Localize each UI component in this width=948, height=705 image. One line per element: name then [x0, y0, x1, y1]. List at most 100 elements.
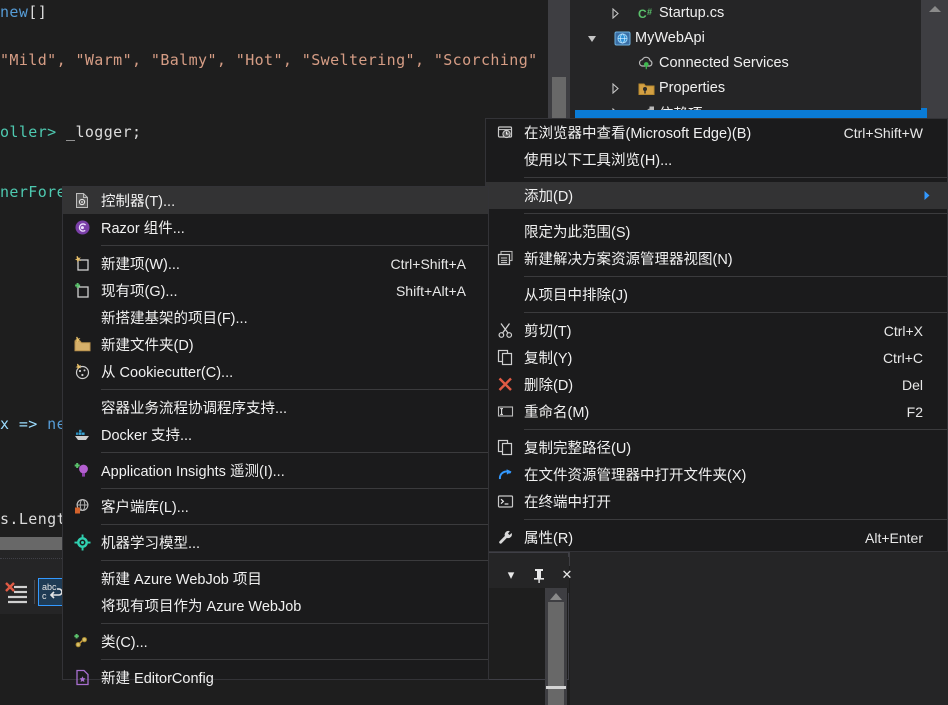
menu-item[interactable]: 新建文件夹(D) — [63, 331, 488, 358]
menu-item[interactable]: 控制器(T)... — [63, 187, 488, 214]
scroll-up-arrow-icon[interactable] — [550, 593, 562, 600]
new-item-icon — [63, 255, 101, 272]
menu-item-shortcut: Ctrl+X — [883, 322, 923, 339]
menu-item[interactable]: 类(C)... — [63, 628, 488, 655]
new-solution-explorer-view-icon — [486, 250, 524, 267]
solution-explorer-scrollbar-marker — [921, 108, 927, 118]
code-line: nerFore — [0, 183, 66, 201]
menu-item[interactable]: 剪切(T) Ctrl+X — [486, 317, 947, 344]
menu-item[interactable]: 新建解决方案资源管理器视图(N) — [486, 245, 947, 272]
menu-item[interactable]: 现有项(G)... Shift+Alt+A — [63, 277, 488, 304]
class-icon — [63, 633, 101, 650]
code-line: "Mild", "Warm", "Balmy", "Hot", "Swelter… — [0, 51, 538, 69]
menu-item-label: 新建解决方案资源管理器视图(N) — [524, 252, 733, 268]
menu-item[interactable]: 在文件资源管理器中打开文件夹(X) — [486, 461, 947, 488]
menu-item[interactable]: Docker 支持... — [63, 421, 488, 448]
menu-item-label: 在浏览器中查看(Microsoft Edge)(B) — [524, 126, 752, 142]
menu-item[interactable]: 限定为此范围(S) — [486, 218, 947, 245]
menu-item-label: 复制(Y) — [524, 351, 573, 367]
code-line: oller> _logger; — [0, 123, 141, 141]
menu-item-label: Docker 支持... — [101, 428, 193, 444]
solution-explorer-node-label: Properties — [659, 80, 726, 96]
menu-item[interactable]: 复制完整路径(U) — [486, 434, 947, 461]
razor-component-icon — [63, 219, 101, 236]
menu-item-shortcut: Ctrl+Shift+W — [843, 124, 923, 141]
toolbar-separator — [34, 580, 35, 604]
menu-item-label: Application Insights 遥测(I)... — [101, 464, 285, 480]
menu-item-label: 新建项(W)... — [101, 257, 180, 273]
code-token: "Mild", "Warm", "Balmy", "Hot", "Swelter… — [0, 51, 538, 69]
client-library-icon — [63, 498, 101, 515]
menu-separator — [101, 488, 488, 489]
menu-item-label: 现有项(G)... — [101, 284, 178, 300]
menu-item[interactable]: 容器业务流程协调程序支持... — [63, 394, 488, 421]
menu-item[interactable]: 删除(D) Del — [486, 371, 947, 398]
chevron-right-icon[interactable] — [611, 82, 633, 94]
chevron-down-icon[interactable] — [587, 34, 609, 43]
menu-separator — [101, 623, 488, 624]
menu-item[interactable]: 复制(Y) Ctrl+C — [486, 344, 947, 371]
solution-explorer-node[interactable]: C # Startup.cs — [575, 0, 916, 26]
menu-item[interactable]: 重命名(M) F2 — [486, 398, 947, 425]
menu-item[interactable]: 将现有项目作为 Azure WebJob — [63, 592, 488, 619]
editor-scrollbar-thumb[interactable] — [552, 77, 566, 120]
menu-item-label: 新建 Azure WebJob 项目 — [101, 572, 262, 588]
code-token: [] — [28, 3, 48, 21]
menu-item[interactable]: 机器学习模型... — [63, 529, 488, 556]
menu-separator — [101, 389, 488, 390]
tool-window-buttons: ▾ ✕ — [501, 565, 577, 585]
chevron-down-icon[interactable]: ▾ — [501, 565, 521, 585]
menu-item[interactable]: 添加(D) — [486, 182, 947, 209]
view-in-browser-icon — [486, 124, 524, 141]
menu-separator — [524, 213, 947, 214]
solution-explorer-node[interactable]: Properties — [575, 75, 916, 101]
copy-icon — [486, 349, 524, 366]
menu-item-label: 使用以下工具浏览(H)... — [524, 153, 673, 169]
new-folder-icon — [63, 336, 101, 353]
menu-item[interactable]: 新搭建基架的项目(F)... — [63, 304, 488, 331]
menu-item-label: 属性(R) — [524, 531, 574, 547]
add-submenu[interactable]: 控制器(T)... Razor 组件... 新建项(W)... Ctrl+Shift+… — [62, 186, 489, 687]
menu-item[interactable]: 新建 EditorConfig — [63, 664, 488, 691]
connected-services-icon — [633, 55, 659, 72]
menu-item[interactable]: 在浏览器中查看(Microsoft Edge)(B) Ctrl+Shift+W — [486, 119, 947, 146]
chevron-right-icon[interactable] — [611, 7, 633, 19]
svg-text:C: C — [638, 7, 647, 21]
solution-explorer-node[interactable]: Connected Services — [575, 50, 916, 76]
menu-item[interactable]: Application Insights 遥测(I)... — [63, 457, 488, 484]
scroll-up-arrow-icon[interactable] — [929, 6, 941, 12]
menu-item[interactable]: 从项目中排除(J) — [486, 281, 947, 308]
menu-item[interactable]: Razor 组件... — [63, 214, 488, 241]
csharp-file-icon: C # — [633, 5, 659, 22]
menu-separator — [524, 276, 947, 277]
menu-item-label: 复制完整路径(U) — [524, 441, 632, 457]
code-line: x => ne — [0, 415, 66, 433]
solution-explorer-tree[interactable]: C # Startup.cs MyWebApi Connected Services Pr… — [575, 0, 948, 123]
menu-item-label: 机器学习模型... — [101, 536, 201, 552]
menu-item[interactable]: 新建项(W)... Ctrl+Shift+A — [63, 250, 488, 277]
menu-item[interactable]: 在终端中打开 — [486, 488, 947, 515]
pin-icon[interactable] — [529, 565, 549, 585]
menu-item-label: 将现有项目作为 Azure WebJob — [101, 599, 302, 615]
menu-item-shortcut: Ctrl+Shift+A — [390, 255, 466, 272]
solution-explorer-context-menu[interactable]: 在浏览器中查看(Microsoft Edge)(B) Ctrl+Shift+W 使用… — [485, 118, 948, 552]
menu-item[interactable]: 属性(R) Alt+Enter — [486, 524, 947, 551]
solution-explorer-scrollbar[interactable] — [921, 0, 948, 118]
clear-all-bookmarks-icon[interactable] — [3, 578, 31, 606]
menu-item[interactable]: 客户端库(L)... — [63, 493, 488, 520]
code-line: s.Lengt — [0, 510, 66, 528]
svg-text:c: c — [42, 591, 47, 601]
controller-icon — [63, 192, 101, 209]
properties-wrench-icon — [486, 529, 524, 546]
menu-item-label: 在终端中打开 — [524, 495, 611, 511]
docker-icon — [63, 426, 101, 443]
menu-item-label: 客户端库(L)... — [101, 500, 189, 516]
solution-explorer-node[interactable]: MyWebApi — [575, 25, 916, 51]
menu-item[interactable]: 使用以下工具浏览(H)... — [486, 146, 947, 173]
menu-item[interactable]: 新建 Azure WebJob 项目 — [63, 565, 488, 592]
close-icon[interactable]: ✕ — [557, 565, 577, 585]
tool-window-scrollbar-thumb[interactable] — [548, 602, 564, 705]
menu-item-label: 在文件资源管理器中打开文件夹(X) — [524, 468, 747, 484]
cookiecutter-icon — [63, 363, 101, 380]
menu-item[interactable]: 从 Cookiecutter(C)... — [63, 358, 488, 385]
